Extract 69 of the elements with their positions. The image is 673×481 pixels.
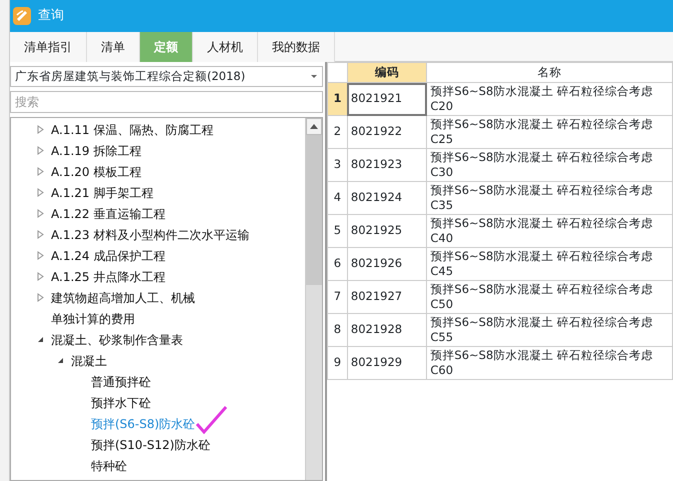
app-logo-icon — [12, 6, 32, 26]
tree-item[interactable]: A.1.22 垂直运输工程 — [51, 204, 166, 222]
collapsed-triangle-icon[interactable] — [37, 188, 44, 197]
collapsed-triangle-icon[interactable] — [37, 209, 44, 218]
table-cell: 预拌S6~S8防水混凝土 碎石粒径综合考虑 C35 — [426, 182, 672, 214]
row-number[interactable]: 5 — [328, 214, 348, 248]
tree-item[interactable]: 单独计算的费用 — [51, 310, 135, 328]
row-number[interactable]: 8 — [328, 314, 348, 346]
library-dropdown[interactable]: 广东省房屋建筑与装饰工程综合定额(2018) — [10, 66, 323, 87]
table-cell: 8021922 — [347, 116, 427, 148]
tree-item[interactable]: 混凝土、砂浆制作含量表 — [51, 330, 183, 348]
expanded-triangle-icon[interactable] — [57, 356, 64, 365]
table-cell: 8021924 — [347, 182, 427, 214]
tab[interactable]: 清单 — [87, 32, 140, 62]
table-cell: 预拌S6~S8防水混凝土 碎石粒径综合考虑 C20 — [426, 82, 672, 116]
checkmark-annotation-icon — [195, 404, 230, 434]
tree-item[interactable]: A.1.19 拆除工程 — [51, 142, 142, 160]
dropdown-caret-icon[interactable] — [310, 74, 318, 79]
tree-item[interactable]: 混凝土 — [71, 352, 107, 370]
table-cell: 预拌S6~S8防水混凝土 碎石粒径综合考虑 C40 — [426, 214, 672, 248]
row-number[interactable]: 6 — [328, 248, 348, 280]
row-number[interactable]: 1 — [328, 82, 348, 116]
tree-item[interactable]: A.1.11 保温、隔热、防腐工程 — [51, 120, 214, 138]
tree-item[interactable]: 普通预拌砼 — [91, 372, 151, 390]
table-cell: 8021923 — [347, 148, 427, 182]
tree-item[interactable]: A.1.24 成品保护工程 — [51, 246, 166, 264]
collapsed-triangle-icon[interactable] — [37, 146, 44, 155]
collapsed-triangle-icon[interactable] — [37, 272, 44, 281]
column-header[interactable]: 编码 — [347, 62, 427, 82]
table-cell: 预拌S6~S8防水混凝土 碎石粒径综合考虑 C50 — [426, 280, 672, 314]
collapsed-triangle-icon[interactable] — [37, 293, 44, 302]
tree-item[interactable]: A.1.21 脚手架工程 — [51, 184, 154, 202]
row-number[interactable]: 2 — [328, 116, 348, 148]
table-cell: 预拌S6~S8防水混凝土 碎石粒径综合考虑 C30 — [426, 148, 672, 182]
table-cell: 预拌S6~S8防水混凝土 碎石粒径综合考虑 C60 — [426, 346, 672, 380]
collapsed-triangle-icon[interactable] — [37, 251, 44, 260]
collapsed-triangle-icon[interactable] — [37, 125, 44, 134]
scroll-up-arrow-icon[interactable] — [310, 124, 318, 129]
table-cell: 预拌S6~S8防水混凝土 碎石粒径综合考虑 C25 — [426, 116, 672, 148]
tree-item[interactable]: 特种砼 — [91, 456, 127, 474]
tree-item[interactable]: 预拌水下砼 — [91, 394, 151, 412]
tab[interactable]: 我的数据 — [258, 32, 335, 62]
window-title: 查询 — [38, 7, 64, 26]
table-cell: 8021927 — [347, 280, 427, 314]
tree-item[interactable]: A.1.20 模板工程 — [51, 162, 142, 180]
table-cell: 8021929 — [347, 346, 427, 380]
tree-item[interactable]: A.1.25 井点降水工程 — [51, 268, 166, 286]
table-cell: 8021925 — [347, 214, 427, 248]
column-header[interactable]: 名称 — [426, 62, 672, 82]
table-cell: 8021926 — [347, 248, 427, 280]
table-cell: 预拌S6~S8防水混凝土 碎石粒径综合考虑 C55 — [426, 314, 672, 346]
tree-item[interactable]: 预拌(S6-S8)防水砼 — [91, 414, 196, 432]
row-number[interactable]: 9 — [328, 346, 348, 380]
tab[interactable]: 清单指引 — [10, 32, 87, 62]
tree-item[interactable]: 建筑物超高增加人工、机械 — [51, 288, 195, 306]
table-cell: 8021928 — [347, 314, 427, 346]
tree-item[interactable]: 预拌(S10-S12)防水砼 — [91, 436, 210, 454]
tree-item[interactable]: A.1.23 材料及小型构件二次水平运输 — [51, 226, 250, 244]
collapsed-triangle-icon[interactable] — [37, 167, 44, 176]
search-field[interactable]: 搜索 — [10, 91, 323, 113]
tab[interactable]: 人材机 — [193, 32, 258, 62]
expanded-triangle-icon[interactable] — [37, 335, 44, 344]
collapsed-triangle-icon[interactable] — [37, 230, 44, 239]
table-cell: 8021921 — [347, 82, 427, 116]
row-number[interactable]: 3 — [328, 148, 348, 182]
table-cell: 预拌S6~S8防水混凝土 碎石粒径综合考虑 C45 — [426, 248, 672, 280]
row-number[interactable]: 7 — [328, 280, 348, 314]
scrollbar[interactable] — [305, 118, 322, 480]
row-number[interactable]: 4 — [328, 182, 348, 214]
